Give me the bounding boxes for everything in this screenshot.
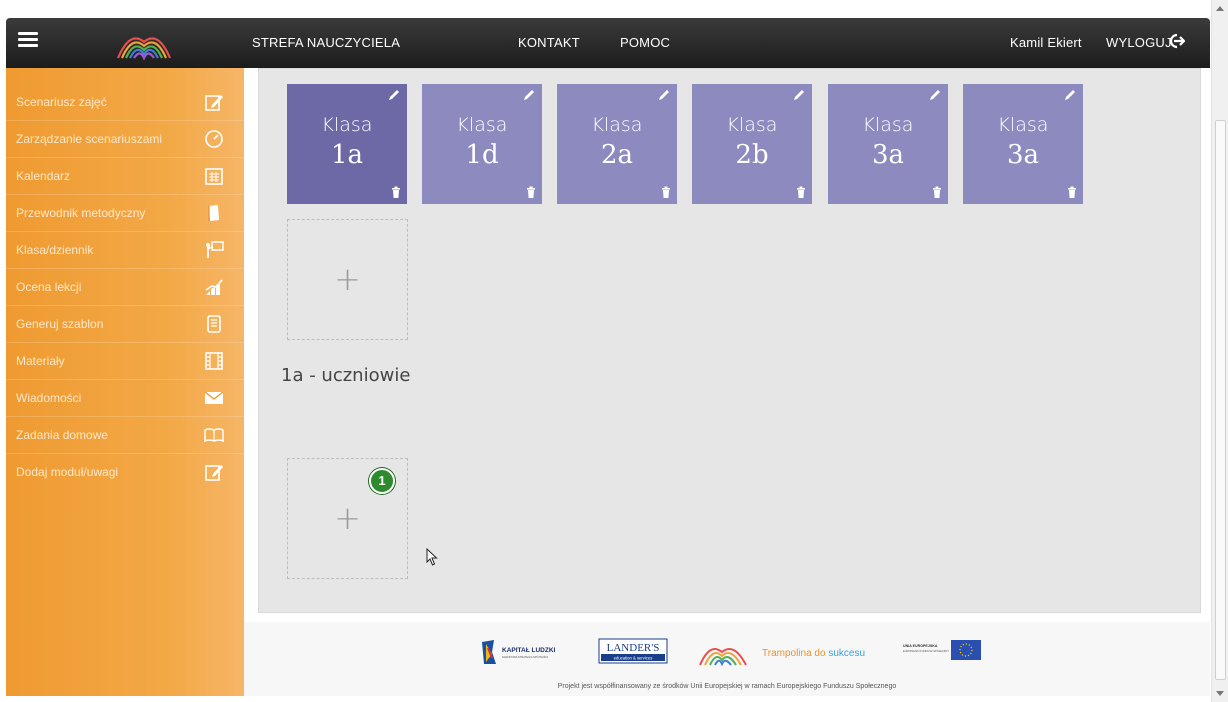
class-tile-1a[interactable]: Klasa 1a (287, 84, 407, 204)
class-tile-label: Klasa (862, 114, 914, 136)
class-tile-name: 2b (735, 140, 769, 170)
scrollbar-thumb[interactable] (1215, 120, 1226, 680)
sidebar-item-label: Przewodnik metodyczny (16, 206, 146, 220)
landers-logo: LANDER'S education & services (598, 638, 668, 664)
eu-subtitle: EUROPEJSKI FUNDUSZ SPOŁECZNY (903, 649, 949, 653)
note-edit-icon (205, 465, 223, 481)
class-tile-label: Klasa (997, 114, 1049, 136)
class-tile-3a[interactable]: Klasa 3a (828, 84, 948, 204)
logo-rainbow-icon[interactable] (114, 24, 174, 62)
nav-pomoc[interactable]: POMOC (620, 35, 670, 50)
pencil-icon[interactable] (657, 88, 671, 102)
sidebar-item-label: Scenariusz zajęć (16, 95, 107, 109)
vertical-scrollbar[interactable] (1211, 0, 1228, 702)
trash-icon[interactable] (661, 186, 671, 198)
logout-icon[interactable] (1167, 32, 1185, 50)
user-name[interactable]: Kamil Ekiert (1010, 35, 1082, 50)
book-icon (208, 205, 219, 221)
calendar-icon (205, 168, 223, 185)
sidebar: Scenariusz zajęć Zarządzanie scenariusza… (6, 68, 244, 696)
class-tile-label: Klasa (456, 114, 508, 136)
sidebar-item-label: Materiały (16, 354, 65, 368)
pencil-icon[interactable] (928, 88, 942, 102)
add-class-button[interactable]: + (287, 219, 408, 340)
trash-icon[interactable] (796, 186, 806, 198)
sidebar-item-klasa[interactable]: Klasa/dziennik (6, 232, 244, 269)
plus-icon: + (334, 260, 361, 298)
hamburger-icon[interactable] (18, 32, 38, 52)
browser-viewport: STREFA NAUCZYCIELA KONTAKT POMOC Kamil E… (0, 0, 1228, 702)
footer: KAPITAŁ LUDZKI NARODOWA STRATEGIA SPÓJNO… (244, 622, 1210, 696)
sidebar-item-label: Ocena lekcji (16, 280, 82, 294)
eu-flag-logo: UNIA EUROPEJSKA EUROPEJSKI FUNDUSZ SPOŁE… (903, 640, 981, 660)
sidebar-item-zadania[interactable]: Zadania domowe (6, 417, 244, 454)
kapital-ludzki-subtitle: NARODOWA STRATEGIA SPÓJNOŚCI (502, 654, 548, 659)
logout-link[interactable]: WYLOGUJ (1106, 35, 1172, 50)
class-tile-label: Klasa (591, 114, 643, 136)
pencil-icon[interactable] (792, 88, 806, 102)
sidebar-item-przewodnik[interactable]: Przewodnik metodyczny (6, 195, 244, 232)
class-tile-name: 3a (871, 140, 905, 170)
pencil-icon[interactable] (1063, 88, 1077, 102)
pencil-icon[interactable] (522, 88, 536, 102)
film-icon (205, 352, 223, 370)
eu-name: UNIA EUROPEJSKA (903, 644, 938, 648)
envelope-icon (204, 391, 224, 404)
sidebar-item-label: Zarządzanie scenariuszami (16, 132, 163, 146)
teacher-board-icon (206, 241, 224, 258)
sidebar-item-label: Klasa/dziennik (16, 243, 94, 257)
kapital-ludzki-logo: KAPITAŁ LUDZKI NARODOWA STRATEGIA SPÓJNO… (482, 640, 556, 664)
mouse-cursor-icon (426, 548, 438, 566)
edit-icon (205, 95, 223, 111)
sidebar-item-wiadomosci[interactable]: Wiadomości (6, 380, 244, 417)
class-tile-name: 1d (465, 140, 499, 170)
trash-icon[interactable] (526, 186, 536, 198)
sidebar-item-materialy[interactable]: Materiały (6, 343, 244, 380)
scroll-up-icon[interactable] (1216, 6, 1224, 11)
sidebar-item-generuj[interactable]: Generuj szablon (6, 306, 244, 343)
top-navbar: STREFA NAUCZYCIELA KONTAKT POMOC Kamil E… (6, 18, 1210, 68)
class-tile-1d[interactable]: Klasa 1d (422, 84, 542, 204)
sidebar-item-label: Kalendarz (16, 169, 71, 183)
sidebar-item-zarzadzanie[interactable]: Zarządzanie scenariuszami (6, 121, 244, 158)
trash-icon[interactable] (391, 186, 401, 198)
class-tile-label: Klasa (321, 114, 373, 136)
students-section-title: 1a - uczniowie (281, 365, 411, 386)
class-tile-2b[interactable]: Klasa 2b (692, 84, 812, 204)
step-badge: 1 (369, 468, 395, 494)
sidebar-item-ocena[interactable]: Ocena lekcji (6, 269, 244, 306)
gauge-icon (205, 130, 223, 148)
sidebar-item-label: Dodaj moduł/uwagi (16, 465, 119, 479)
document-icon (207, 315, 221, 333)
sidebar-item-label: Generuj szablon (16, 317, 104, 331)
plus-icon: + (334, 499, 361, 537)
sidebar-item-label: Wiadomości (16, 391, 82, 405)
sidebar-item-kalendarz[interactable]: Kalendarz (6, 158, 244, 195)
trampolina-logo: Trampolina do sukcesu (699, 648, 865, 666)
chart-icon (205, 279, 223, 295)
trampolina-text: Trampolina do sukcesu (762, 648, 865, 659)
nav-strefa-nauczyciela[interactable]: STREFA NAUCZYCIELA (252, 35, 400, 50)
sidebar-item-dodaj[interactable]: Dodaj moduł/uwagi (6, 454, 244, 491)
footer-note: Projekt jest współfinansowany ze środków… (557, 683, 897, 690)
sidebar-item-label: Zadania domowe (16, 428, 109, 442)
trash-icon[interactable] (1067, 186, 1077, 198)
landers-name: LANDER'S (607, 642, 660, 654)
open-book-icon (204, 428, 224, 443)
trash-icon[interactable] (932, 186, 942, 198)
sidebar-item-scenariusz[interactable]: Scenariusz zajęć (6, 84, 244, 121)
landers-subtitle: education & services (614, 656, 653, 661)
class-tile-name: 3a (1006, 140, 1040, 170)
pencil-icon[interactable] (387, 88, 401, 102)
kapital-ludzki-name: KAPITAŁ LUDZKI (502, 647, 556, 654)
class-tile-name: 2a (600, 140, 634, 170)
class-tile-label: Klasa (726, 114, 778, 136)
scroll-down-icon[interactable] (1216, 691, 1224, 696)
class-tile-2a[interactable]: Klasa 2a (557, 84, 677, 204)
class-tile-3a-second[interactable]: Klasa 3a (963, 84, 1083, 204)
class-tile-name: 1a (330, 140, 364, 170)
nav-kontakt[interactable]: KONTAKT (518, 35, 580, 50)
